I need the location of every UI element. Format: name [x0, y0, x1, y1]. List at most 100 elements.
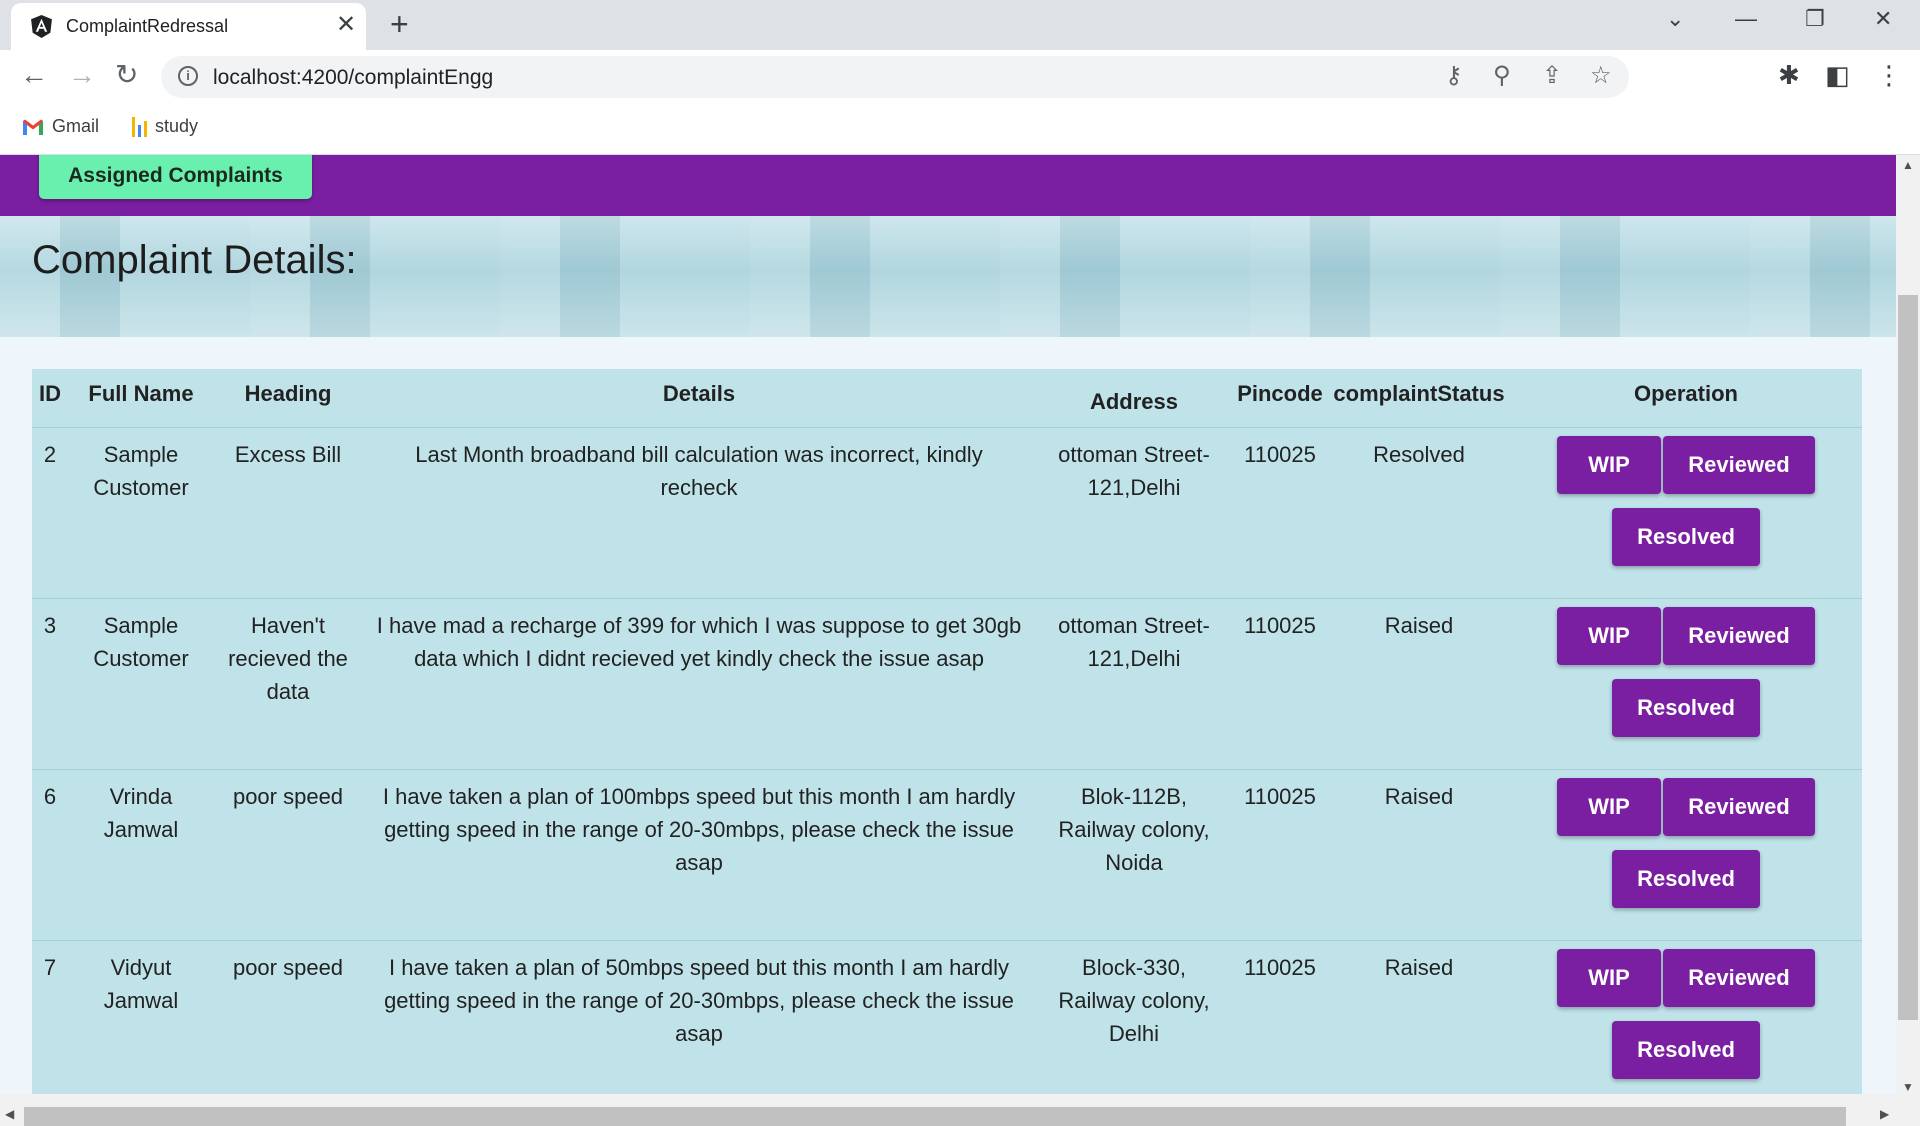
operation-buttons: WIP Reviewed Resolved — [1555, 607, 1817, 751]
page-title: Complaint Details: — [32, 238, 357, 282]
browser-tabstrip: ComplaintRedressal ✕ + ⌄ — ❐ ✕ — [0, 0, 1920, 50]
table-header-row: ID Full Name Heading Details Address Pin… — [32, 369, 1862, 428]
bookmark-study[interactable]: study — [132, 116, 198, 137]
cell-full-name: Vidyut Jamwal — [68, 940, 214, 1094]
cell-operation: WIP Reviewed Resolved — [1510, 598, 1862, 770]
gmail-icon — [23, 119, 43, 135]
table-row: 2 Sample Customer Excess Bill Last Month… — [32, 427, 1862, 599]
reviewed-button[interactable]: Reviewed — [1663, 778, 1815, 836]
scroll-up-icon[interactable]: ▲ — [1902, 158, 1914, 172]
page-viewport: Assigned Complaints Complaint Details: I… — [0, 155, 1896, 1094]
address-bar[interactable]: i localhost:4200/complaintEngg ⚷ ⚲ ⇪ ☆ — [161, 56, 1629, 98]
cell-pincode: 110025 — [1232, 427, 1328, 599]
header-operation: Operation — [1634, 381, 1738, 406]
cell-address: Blok-112B, Railway colony, Noida — [1036, 769, 1232, 941]
cell-status: Resolved — [1328, 427, 1510, 599]
cell-pincode: 110025 — [1232, 769, 1328, 941]
cell-id: 2 — [32, 427, 68, 599]
restore-icon[interactable]: ❐ — [1805, 6, 1825, 32]
cell-status: Raised — [1328, 598, 1510, 770]
cell-status: Raised — [1328, 769, 1510, 941]
complaints-table: ID Full Name Heading Details Address Pin… — [32, 369, 1862, 1094]
cell-id: 6 — [32, 769, 68, 941]
window-close-icon[interactable]: ✕ — [1874, 6, 1892, 32]
bookmarks-bar: Gmail study — [0, 105, 1920, 155]
operation-buttons: WIP Reviewed Resolved — [1555, 949, 1817, 1093]
key-icon[interactable]: ⚷ — [1445, 62, 1463, 91]
bookmark-star-icon[interactable]: ☆ — [1590, 62, 1612, 91]
bookmark-gmail[interactable]: Gmail — [22, 116, 99, 137]
minimize-icon[interactable]: — — [1735, 6, 1757, 32]
cell-heading: Excess Bill — [214, 427, 362, 599]
cell-operation: WIP Reviewed Resolved — [1510, 769, 1862, 941]
cell-id: 3 — [32, 598, 68, 770]
cell-address: Block-330, Railway colony, Delhi — [1036, 940, 1232, 1094]
cell-operation: WIP Reviewed Resolved — [1510, 427, 1862, 599]
extensions-icon[interactable]: ✱ — [1778, 62, 1800, 88]
browser-menu-icon[interactable]: ⋮ — [1876, 62, 1902, 88]
vertical-scrollbar-thumb[interactable] — [1898, 295, 1918, 1020]
browser-toolbar: ← → ↻ i localhost:4200/complaintEngg ⚷ ⚲… — [0, 50, 1920, 105]
scroll-left-icon[interactable]: ◀ — [5, 1107, 14, 1121]
table-row: 7 Vidyut Jamwal poor speed I have taken … — [32, 940, 1862, 1094]
operation-buttons: WIP Reviewed Resolved — [1555, 436, 1817, 580]
site-info-icon[interactable]: i — [178, 66, 198, 86]
header-id: ID — [39, 381, 61, 406]
horizontal-scrollbar-thumb[interactable] — [24, 1107, 1846, 1126]
resolved-button[interactable]: Resolved — [1612, 679, 1760, 737]
wip-button[interactable]: WIP — [1557, 607, 1661, 665]
tab-title: ComplaintRedressal — [66, 16, 229, 36]
study-chart-icon — [132, 116, 147, 137]
cell-heading: poor speed — [214, 940, 362, 1094]
table-row: 6 Vrinda Jamwal poor speed I have taken … — [32, 769, 1862, 941]
wip-button[interactable]: WIP — [1557, 436, 1661, 494]
cell-address: ottoman Street-121,Delhi — [1036, 427, 1232, 599]
bookmark-label: study — [155, 116, 199, 136]
cell-details: I have mad a recharge of 399 for which I… — [362, 598, 1036, 770]
app-navbar: Assigned Complaints — [0, 155, 1896, 216]
back-icon[interactable]: ← — [20, 61, 48, 89]
cell-full-name: Vrinda Jamwal — [68, 769, 214, 941]
cell-details: Last Month broadband bill calculation wa… — [362, 427, 1036, 599]
reviewed-button[interactable]: Reviewed — [1663, 436, 1815, 494]
cell-id: 7 — [32, 940, 68, 1094]
reload-icon[interactable]: ↻ — [115, 61, 138, 89]
zoom-icon[interactable]: ⚲ — [1493, 62, 1511, 91]
cell-full-name: Sample Customer — [68, 427, 214, 599]
browser-tab[interactable]: ComplaintRedressal ✕ — [11, 3, 366, 50]
reviewed-button[interactable]: Reviewed — [1663, 949, 1815, 1007]
url-text[interactable]: localhost:4200/complaintEngg — [213, 66, 493, 90]
header-details: Details — [662, 381, 736, 406]
cell-heading: Haven't recieved the data — [214, 598, 362, 770]
forward-icon[interactable]: → — [68, 61, 96, 89]
header-full-name: Full Name — [88, 381, 194, 406]
resolved-button[interactable]: Resolved — [1612, 1021, 1760, 1079]
wip-button[interactable]: WIP — [1557, 778, 1661, 836]
side-panel-icon[interactable]: ◧ — [1825, 62, 1850, 88]
header-heading: Heading — [244, 381, 332, 406]
scroll-right-icon[interactable]: ▶ — [1880, 1107, 1889, 1121]
resolved-button[interactable]: Resolved — [1612, 508, 1760, 566]
tab-close-icon[interactable]: ✕ — [336, 13, 356, 37]
angular-icon — [31, 15, 52, 38]
wip-button[interactable]: WIP — [1557, 949, 1661, 1007]
cell-details: I have taken a plan of 100mbps speed but… — [362, 769, 1036, 941]
cell-pincode: 110025 — [1232, 940, 1328, 1094]
cell-operation: WIP Reviewed Resolved — [1510, 940, 1862, 1094]
tab-search-icon[interactable]: ⌄ — [1666, 6, 1684, 32]
share-icon[interactable]: ⇪ — [1542, 62, 1562, 91]
assigned-complaints-button[interactable]: Assigned Complaints — [39, 155, 312, 199]
scroll-down-icon[interactable]: ▼ — [1902, 1080, 1914, 1094]
cell-pincode: 110025 — [1232, 598, 1328, 770]
header-pincode: Pincode — [1237, 381, 1323, 406]
cell-heading: poor speed — [214, 769, 362, 941]
table-row: 3 Sample Customer Haven't recieved the d… — [32, 598, 1862, 770]
page-header-banner: Complaint Details: — [0, 216, 1896, 337]
header-address: Address — [1089, 389, 1179, 414]
bookmark-label: Gmail — [52, 116, 100, 136]
new-tab-icon[interactable]: + — [390, 8, 409, 40]
operation-buttons: WIP Reviewed Resolved — [1555, 778, 1817, 922]
reviewed-button[interactable]: Reviewed — [1663, 607, 1815, 665]
cell-status: Raised — [1328, 940, 1510, 1094]
resolved-button[interactable]: Resolved — [1612, 850, 1760, 908]
